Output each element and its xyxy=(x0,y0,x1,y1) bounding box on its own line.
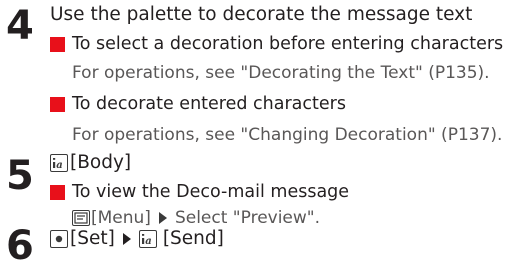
step-6-heading-row: [Set] a [Send] xyxy=(50,228,224,250)
step-5-bullet-1: To view the Deco-mail message xyxy=(50,181,349,203)
bullet-square-icon xyxy=(50,184,65,200)
step-4-heading: Use the palette to decorate the message … xyxy=(50,4,473,25)
step-4-bullet-1: To select a decoration before entering c… xyxy=(50,33,503,55)
step-5-heading-row: a [Body] xyxy=(50,152,131,174)
send-key-label: [Send] xyxy=(162,228,224,249)
step-5-heading-label: [Body] xyxy=(70,152,132,173)
step-4-bullet-1-detail: For operations, see "Decorating the Text… xyxy=(72,63,490,83)
step-5-bullet-1-title: To view the Deco-mail message xyxy=(72,182,350,202)
arrow-right-icon xyxy=(122,233,131,245)
step-4-bullet-1-title: To select a decoration before entering c… xyxy=(72,34,504,54)
step-5-bullet-1-detail-text: Select "Preview". xyxy=(174,208,321,228)
menu-key-icon xyxy=(72,210,90,226)
step-5-bullet-1-detail: [Menu] Select "Preview". xyxy=(72,207,320,229)
svg-text:a: a xyxy=(145,236,151,246)
bullet-square-icon xyxy=(50,96,65,112)
text-icon: a xyxy=(50,154,68,172)
step-4-bullet-2-title: To decorate entered characters xyxy=(72,94,346,114)
step-4-bullet-2-detail: For operations, see "Changing Decoration… xyxy=(72,125,503,145)
step-number-5: 5 xyxy=(6,153,34,199)
step-number-4: 4 xyxy=(6,3,34,49)
step-number-6: 6 xyxy=(6,223,34,269)
arrow-right-icon xyxy=(158,212,167,224)
text-icon: a xyxy=(138,230,157,248)
step-4-bullet-2: To decorate entered characters xyxy=(50,93,346,115)
menu-key-label: [Menu] xyxy=(91,208,151,228)
svg-text:a: a xyxy=(56,160,62,170)
bullet-square-icon xyxy=(50,36,65,52)
center-key-icon xyxy=(50,230,68,248)
set-key-label: [Set] xyxy=(70,228,115,249)
